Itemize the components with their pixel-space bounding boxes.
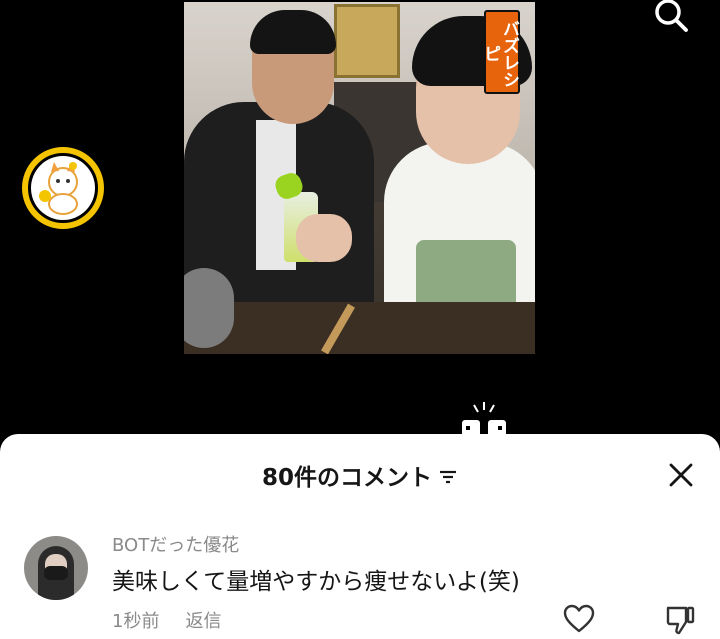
comments-count-title: 80件のコメント (261, 465, 432, 491)
comment-meta: 1秒前 返信 (112, 607, 221, 633)
avatar[interactable] (24, 536, 88, 600)
close-icon[interactable] (664, 458, 698, 492)
reply-button[interactable]: 返信 (185, 611, 221, 632)
video-bowl (184, 268, 234, 348)
comments-header: 80件のコメント (0, 458, 720, 492)
heart-icon[interactable] (563, 604, 595, 634)
comment-text: 美味しくて量増やすから痩せないよ(笑) (112, 569, 520, 595)
lucky-cat-coin-icon[interactable] (21, 146, 105, 230)
thumbs-down-icon[interactable] (664, 604, 696, 636)
search-icon[interactable] (650, 0, 692, 38)
video-table (184, 302, 535, 354)
comments-sheet: 80件のコメント BOTだった優花 美味しくて量増やすから痩せないよ(笑) 1秒… (0, 434, 720, 639)
avatar-mask (44, 566, 68, 580)
comment-time: 1秒前 (112, 611, 160, 632)
video-badge: バズレシピ (480, 10, 520, 94)
video-plaque (334, 4, 400, 78)
sort-icon[interactable] (438, 468, 458, 486)
video-hand (296, 214, 352, 262)
comment-username[interactable]: BOTだった優花 (112, 531, 239, 557)
